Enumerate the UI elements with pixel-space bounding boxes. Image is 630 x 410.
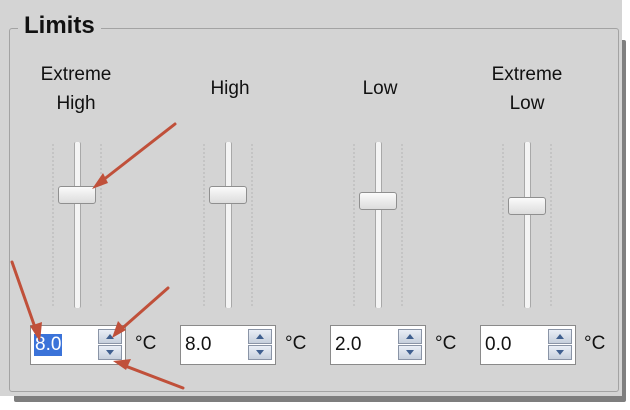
label-extreme-low: Extreme Low <box>467 60 587 118</box>
low-spinner[interactable] <box>398 329 422 361</box>
label-line: Low <box>509 93 545 114</box>
triangle-down-icon <box>556 350 564 355</box>
unit-label: °C <box>584 333 606 354</box>
spin-down-button[interactable] <box>548 345 572 360</box>
spin-up-button[interactable] <box>98 329 122 344</box>
label-line: Low <box>362 78 398 99</box>
triangle-up-icon <box>106 334 114 339</box>
triangle-down-icon <box>106 350 114 355</box>
spin-up-button[interactable] <box>548 329 572 344</box>
slider-thumb-extreme-high[interactable] <box>58 186 96 204</box>
extreme-low-value[interactable]: 0.0 <box>484 334 512 356</box>
label-high: High <box>170 74 290 103</box>
spin-down-button[interactable] <box>98 345 122 360</box>
label-line: High <box>56 93 96 114</box>
triangle-down-icon <box>256 350 264 355</box>
slider-track-high[interactable] <box>225 142 232 308</box>
extreme-high-spinner[interactable] <box>98 329 122 361</box>
slider-thumb-extreme-low[interactable] <box>508 197 546 215</box>
high-value[interactable]: 8.0 <box>184 334 212 356</box>
high-field[interactable]: 8.0 <box>180 325 276 365</box>
high-spinner[interactable] <box>248 329 272 361</box>
slider-track-extreme-low[interactable] <box>524 142 531 308</box>
label-line: Extreme <box>40 64 112 85</box>
label-low: Low <box>320 74 440 103</box>
slider-track-extreme-high[interactable] <box>74 142 81 308</box>
spin-down-button[interactable] <box>248 345 272 360</box>
spin-down-button[interactable] <box>398 345 422 360</box>
slider-thumb-low[interactable] <box>359 192 397 210</box>
triangle-up-icon <box>256 334 264 339</box>
low-field[interactable]: 2.0 <box>330 325 426 365</box>
extreme-high-field[interactable]: 8.0 <box>30 325 126 365</box>
spin-up-button[interactable] <box>398 329 422 344</box>
limits-panel: Limits Extreme High 8.0 °C High 8.0 °C L… <box>0 0 622 396</box>
slider-thumb-high[interactable] <box>209 186 247 204</box>
low-value[interactable]: 2.0 <box>334 334 362 356</box>
extreme-low-field[interactable]: 0.0 <box>480 325 576 365</box>
label-line: Extreme <box>491 64 563 85</box>
unit-label: °C <box>135 333 157 354</box>
label-extreme-high: Extreme High <box>16 60 136 118</box>
triangle-up-icon <box>406 334 414 339</box>
unit-label: °C <box>435 333 457 354</box>
label-line: High <box>210 78 250 99</box>
extreme-high-value[interactable]: 8.0 <box>34 334 63 356</box>
unit-label: °C <box>285 333 307 354</box>
extreme-low-spinner[interactable] <box>548 329 572 361</box>
group-title: Limits <box>18 12 101 40</box>
triangle-down-icon <box>406 350 414 355</box>
triangle-up-icon <box>556 334 564 339</box>
spin-up-button[interactable] <box>248 329 272 344</box>
slider-track-low[interactable] <box>375 142 382 308</box>
